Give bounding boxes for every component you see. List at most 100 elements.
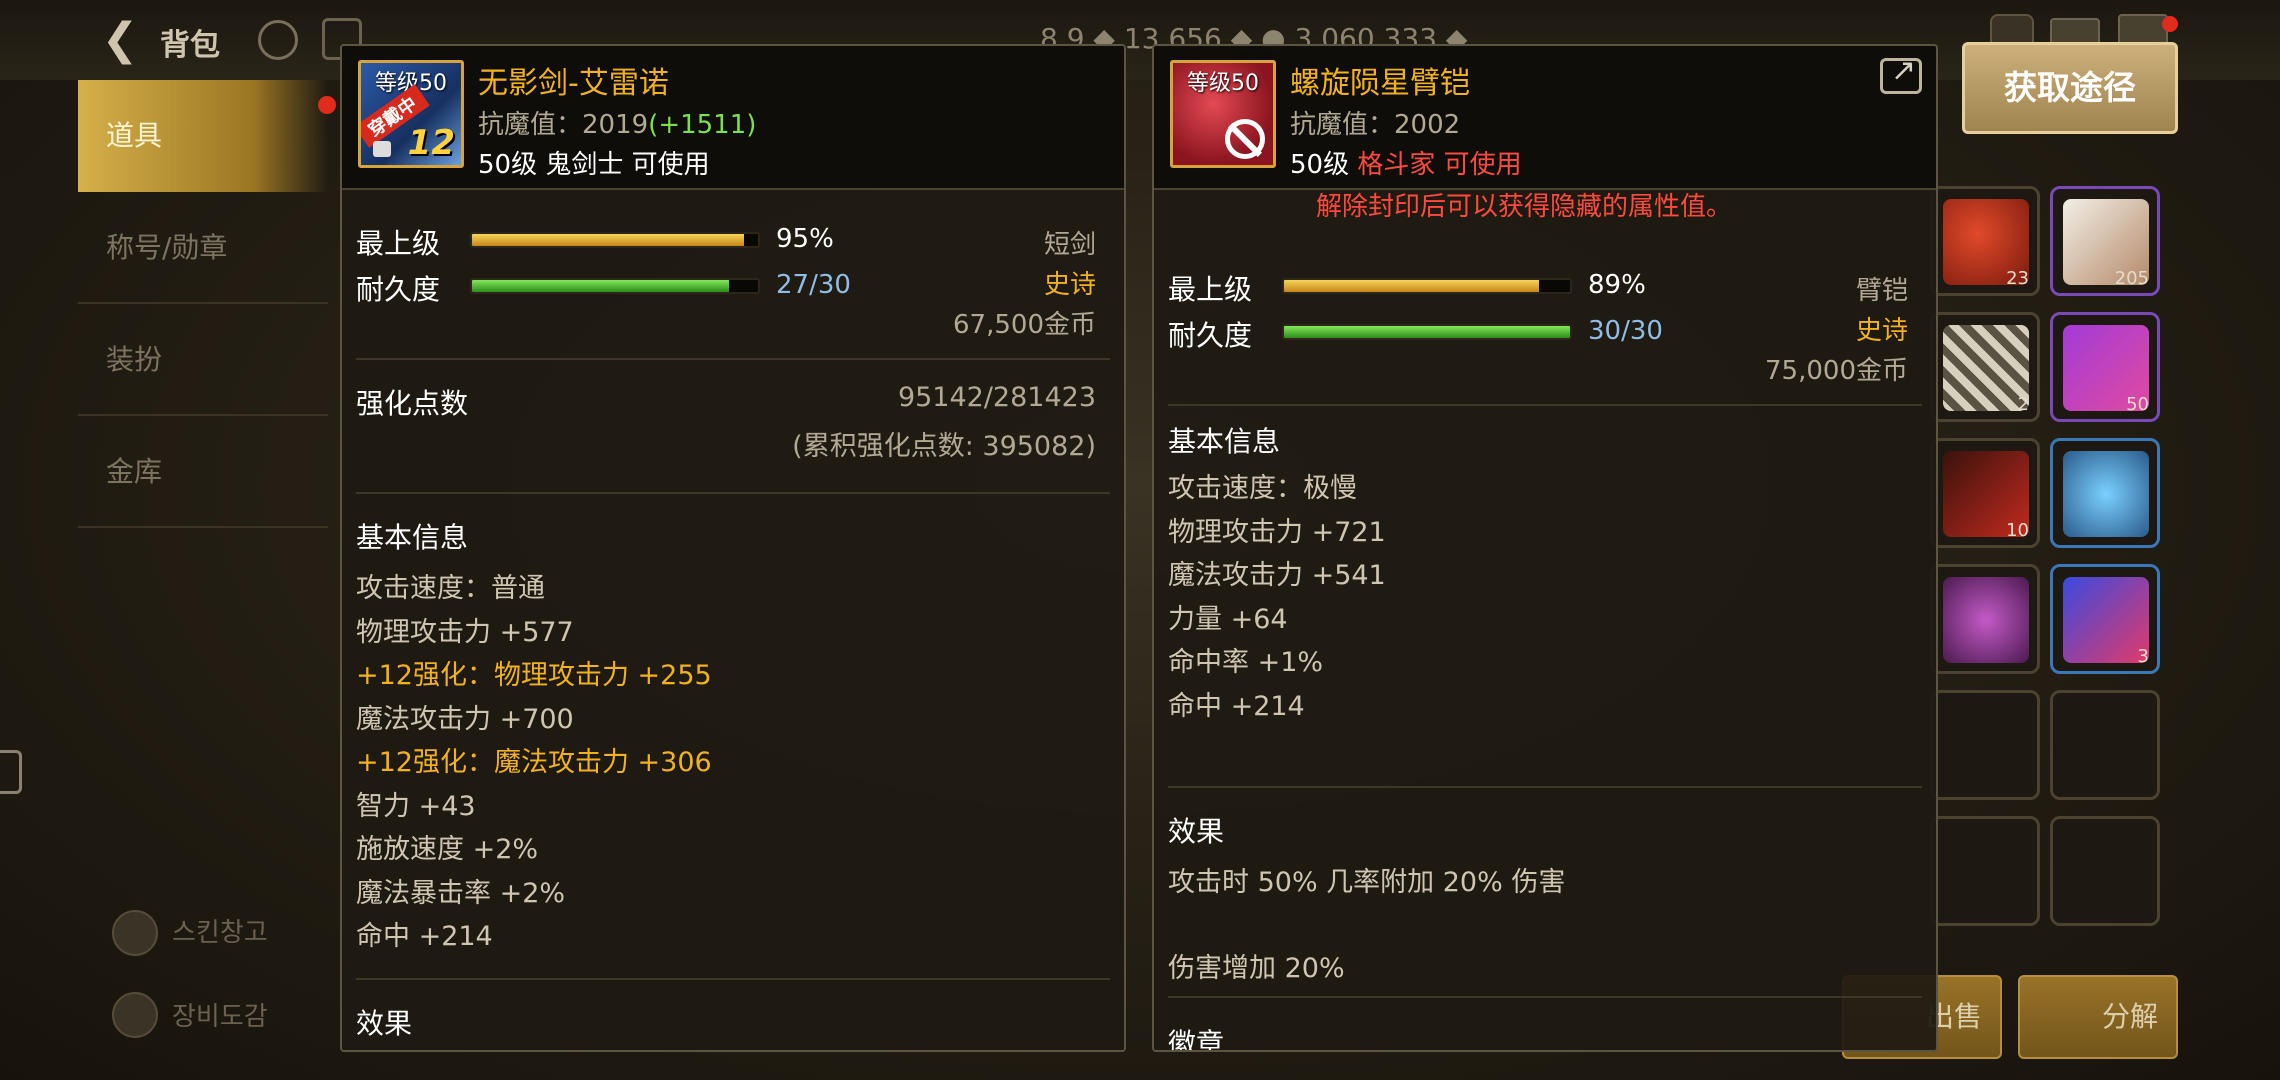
- basic-info-title: 基本信息: [356, 521, 469, 554]
- item-count: 50: [2126, 394, 2149, 415]
- stat-line: 力量 +64: [1168, 603, 1288, 635]
- durability-bar: [1282, 324, 1572, 340]
- skin-storage-icon[interactable]: [112, 910, 158, 956]
- back-arrow-icon[interactable]: ❮: [92, 14, 148, 66]
- grade-value: 89%: [1588, 270, 1646, 300]
- inventory-slot[interactable]: [1930, 564, 2040, 674]
- item-rarity: 史诗: [1043, 270, 1096, 300]
- stat-line: 魔法攻击力 +541: [1168, 560, 1386, 591]
- stat-line: 命中率 +1%: [1168, 647, 1324, 678]
- orb-art: [1943, 577, 2029, 663]
- stat-line: 物理攻击力 +721: [1168, 516, 1386, 548]
- compare-item-tooltip: 等级50 螺旋陨星臂铠 抗魔值：2002 50级 格斗家 可使用 解除封印后可以…: [1152, 44, 1938, 1052]
- divider: [356, 978, 1110, 980]
- inventory-slot[interactable]: 205: [2050, 186, 2160, 296]
- divider: [356, 492, 1110, 494]
- acquire-route-button[interactable]: 获取途径: [1962, 42, 2178, 134]
- stat-line: 智力 +43: [356, 790, 476, 822]
- unusable-icon: [1225, 119, 1265, 159]
- skin-storage-label[interactable]: 스킨창고: [172, 912, 268, 949]
- item-count: 2: [2017, 394, 2029, 415]
- inventory-slot[interactable]: [1930, 690, 2040, 800]
- item-icon: 等级50: [1170, 60, 1276, 168]
- effect-title: 效果: [356, 1007, 413, 1040]
- inventory-slot[interactable]: 23: [1930, 186, 2040, 296]
- grade-value: 95%: [776, 224, 834, 254]
- inventory-slot[interactable]: [2050, 438, 2160, 548]
- equipped-item-tooltip: 等级50 穿戴中 12 无影剑-艾雷诺 抗魔值：2019(+1511) 50级 …: [340, 44, 1126, 1052]
- share-icon[interactable]: [1880, 53, 1922, 94]
- tooltip-header: 等级50 穿戴中 12 无影剑-艾雷诺 抗魔值：2019(+1511) 50级 …: [342, 46, 1124, 190]
- stat-line: 命中 +214: [1168, 690, 1305, 722]
- item-rarity: 史诗: [1855, 316, 1908, 346]
- durability-value: 30/30: [1588, 316, 1663, 346]
- effect-title: 效果: [1168, 815, 1225, 848]
- stat-line: 物理攻击力 +577: [356, 616, 574, 648]
- eye-icon[interactable]: [258, 20, 298, 60]
- item-count: 10: [2006, 520, 2029, 541]
- magic-resist: 抗魔值：2019(+1511): [478, 110, 757, 140]
- item-name: 无影剑-艾雷诺: [478, 66, 669, 101]
- durability-label: 耐久度: [1168, 319, 1253, 352]
- stat-line: 魔法暴击率 +2%: [356, 877, 566, 909]
- divider: [356, 358, 1110, 360]
- inventory-slot[interactable]: [1930, 816, 2040, 926]
- grade-bar: [470, 232, 760, 248]
- grade-bar: [1282, 278, 1572, 294]
- inventory-slot[interactable]: [2050, 690, 2160, 800]
- item-count: 23: [2006, 268, 2029, 289]
- equipment-codex-icon[interactable]: [112, 992, 158, 1038]
- inventory-slot[interactable]: 2: [1930, 312, 2040, 422]
- side-handle[interactable]: [0, 750, 22, 794]
- divider: [1168, 786, 1922, 788]
- item-requirement: 50级 鬼剑士 可使用: [478, 150, 710, 180]
- inventory-slot[interactable]: 3: [2050, 564, 2160, 674]
- item-type: 短剑: [1043, 230, 1096, 260]
- flower-art: [2063, 451, 2149, 537]
- item-type: 臂铠: [1855, 276, 1908, 306]
- stat-line: 攻击速度：极慢: [1168, 473, 1357, 504]
- equipment-codex-label[interactable]: 장비도감: [172, 996, 268, 1033]
- inventory-category-menu: 道具 称号/勋章 装扮 金库: [78, 80, 328, 680]
- notification-dot: [2162, 16, 2178, 32]
- grade-label: 最上级: [1168, 273, 1253, 306]
- cube-art: [1943, 325, 2029, 411]
- inventory-slot[interactable]: 10: [1930, 438, 2040, 548]
- menu-item-titles[interactable]: 称号/勋章: [78, 192, 328, 304]
- stat-line: +12强化：物理攻击力 +255: [356, 660, 712, 691]
- durability-value: 27/30: [776, 270, 851, 300]
- item-level-badge: 等级50: [1187, 71, 1259, 96]
- durability-label: 耐久度: [356, 273, 441, 306]
- potion-art: [2063, 577, 2149, 663]
- inventory-slot[interactable]: [2050, 816, 2160, 926]
- stat-line: +12强化：魔法攻击力 +306: [356, 747, 712, 778]
- item-icon: 等级50 穿戴中 12: [358, 60, 464, 168]
- effect-line: 攻击时 50% 几率附加 20% 伤害: [1168, 867, 1566, 898]
- basic-info-title: 基本信息: [1168, 425, 1281, 458]
- magic-resist: 抗魔值：2002: [1290, 110, 1461, 140]
- seal-note: 解除封印后可以获得隐藏的属性值。: [1316, 192, 1733, 222]
- divider: [1168, 404, 1922, 406]
- lock-icon: [373, 141, 391, 157]
- item-name: 螺旋陨星臂铠: [1290, 66, 1470, 101]
- stat-line: 施放速度 +2%: [356, 834, 539, 865]
- emblem-title: 徽章: [1168, 1027, 1225, 1052]
- disassemble-button[interactable]: 分解: [2018, 975, 2178, 1059]
- menu-notification-dot: [318, 96, 336, 114]
- grade-label: 最上级: [356, 227, 441, 260]
- stat-line: 命中 +214: [356, 921, 493, 952]
- menu-item-vault[interactable]: 金库: [78, 416, 328, 528]
- inventory-slot[interactable]: 50: [2050, 312, 2160, 422]
- durability-bar: [470, 278, 760, 294]
- divider: [1168, 996, 1922, 998]
- enhance-points-label: 强化点数: [356, 387, 469, 420]
- item-count: 205: [2114, 268, 2149, 289]
- menu-item-avatar[interactable]: 装扮: [78, 304, 328, 416]
- enhance-points-value: 95142/281423: [897, 382, 1096, 413]
- enhance-level: 12: [407, 123, 455, 163]
- item-price: 67,500金币: [953, 310, 1096, 340]
- stat-line: 魔法攻击力 +700: [356, 703, 574, 735]
- menu-item-items[interactable]: 道具: [78, 80, 328, 192]
- page-title: 背包: [160, 28, 220, 63]
- enhance-points-total: (累积强化点数: 395082): [792, 431, 1096, 462]
